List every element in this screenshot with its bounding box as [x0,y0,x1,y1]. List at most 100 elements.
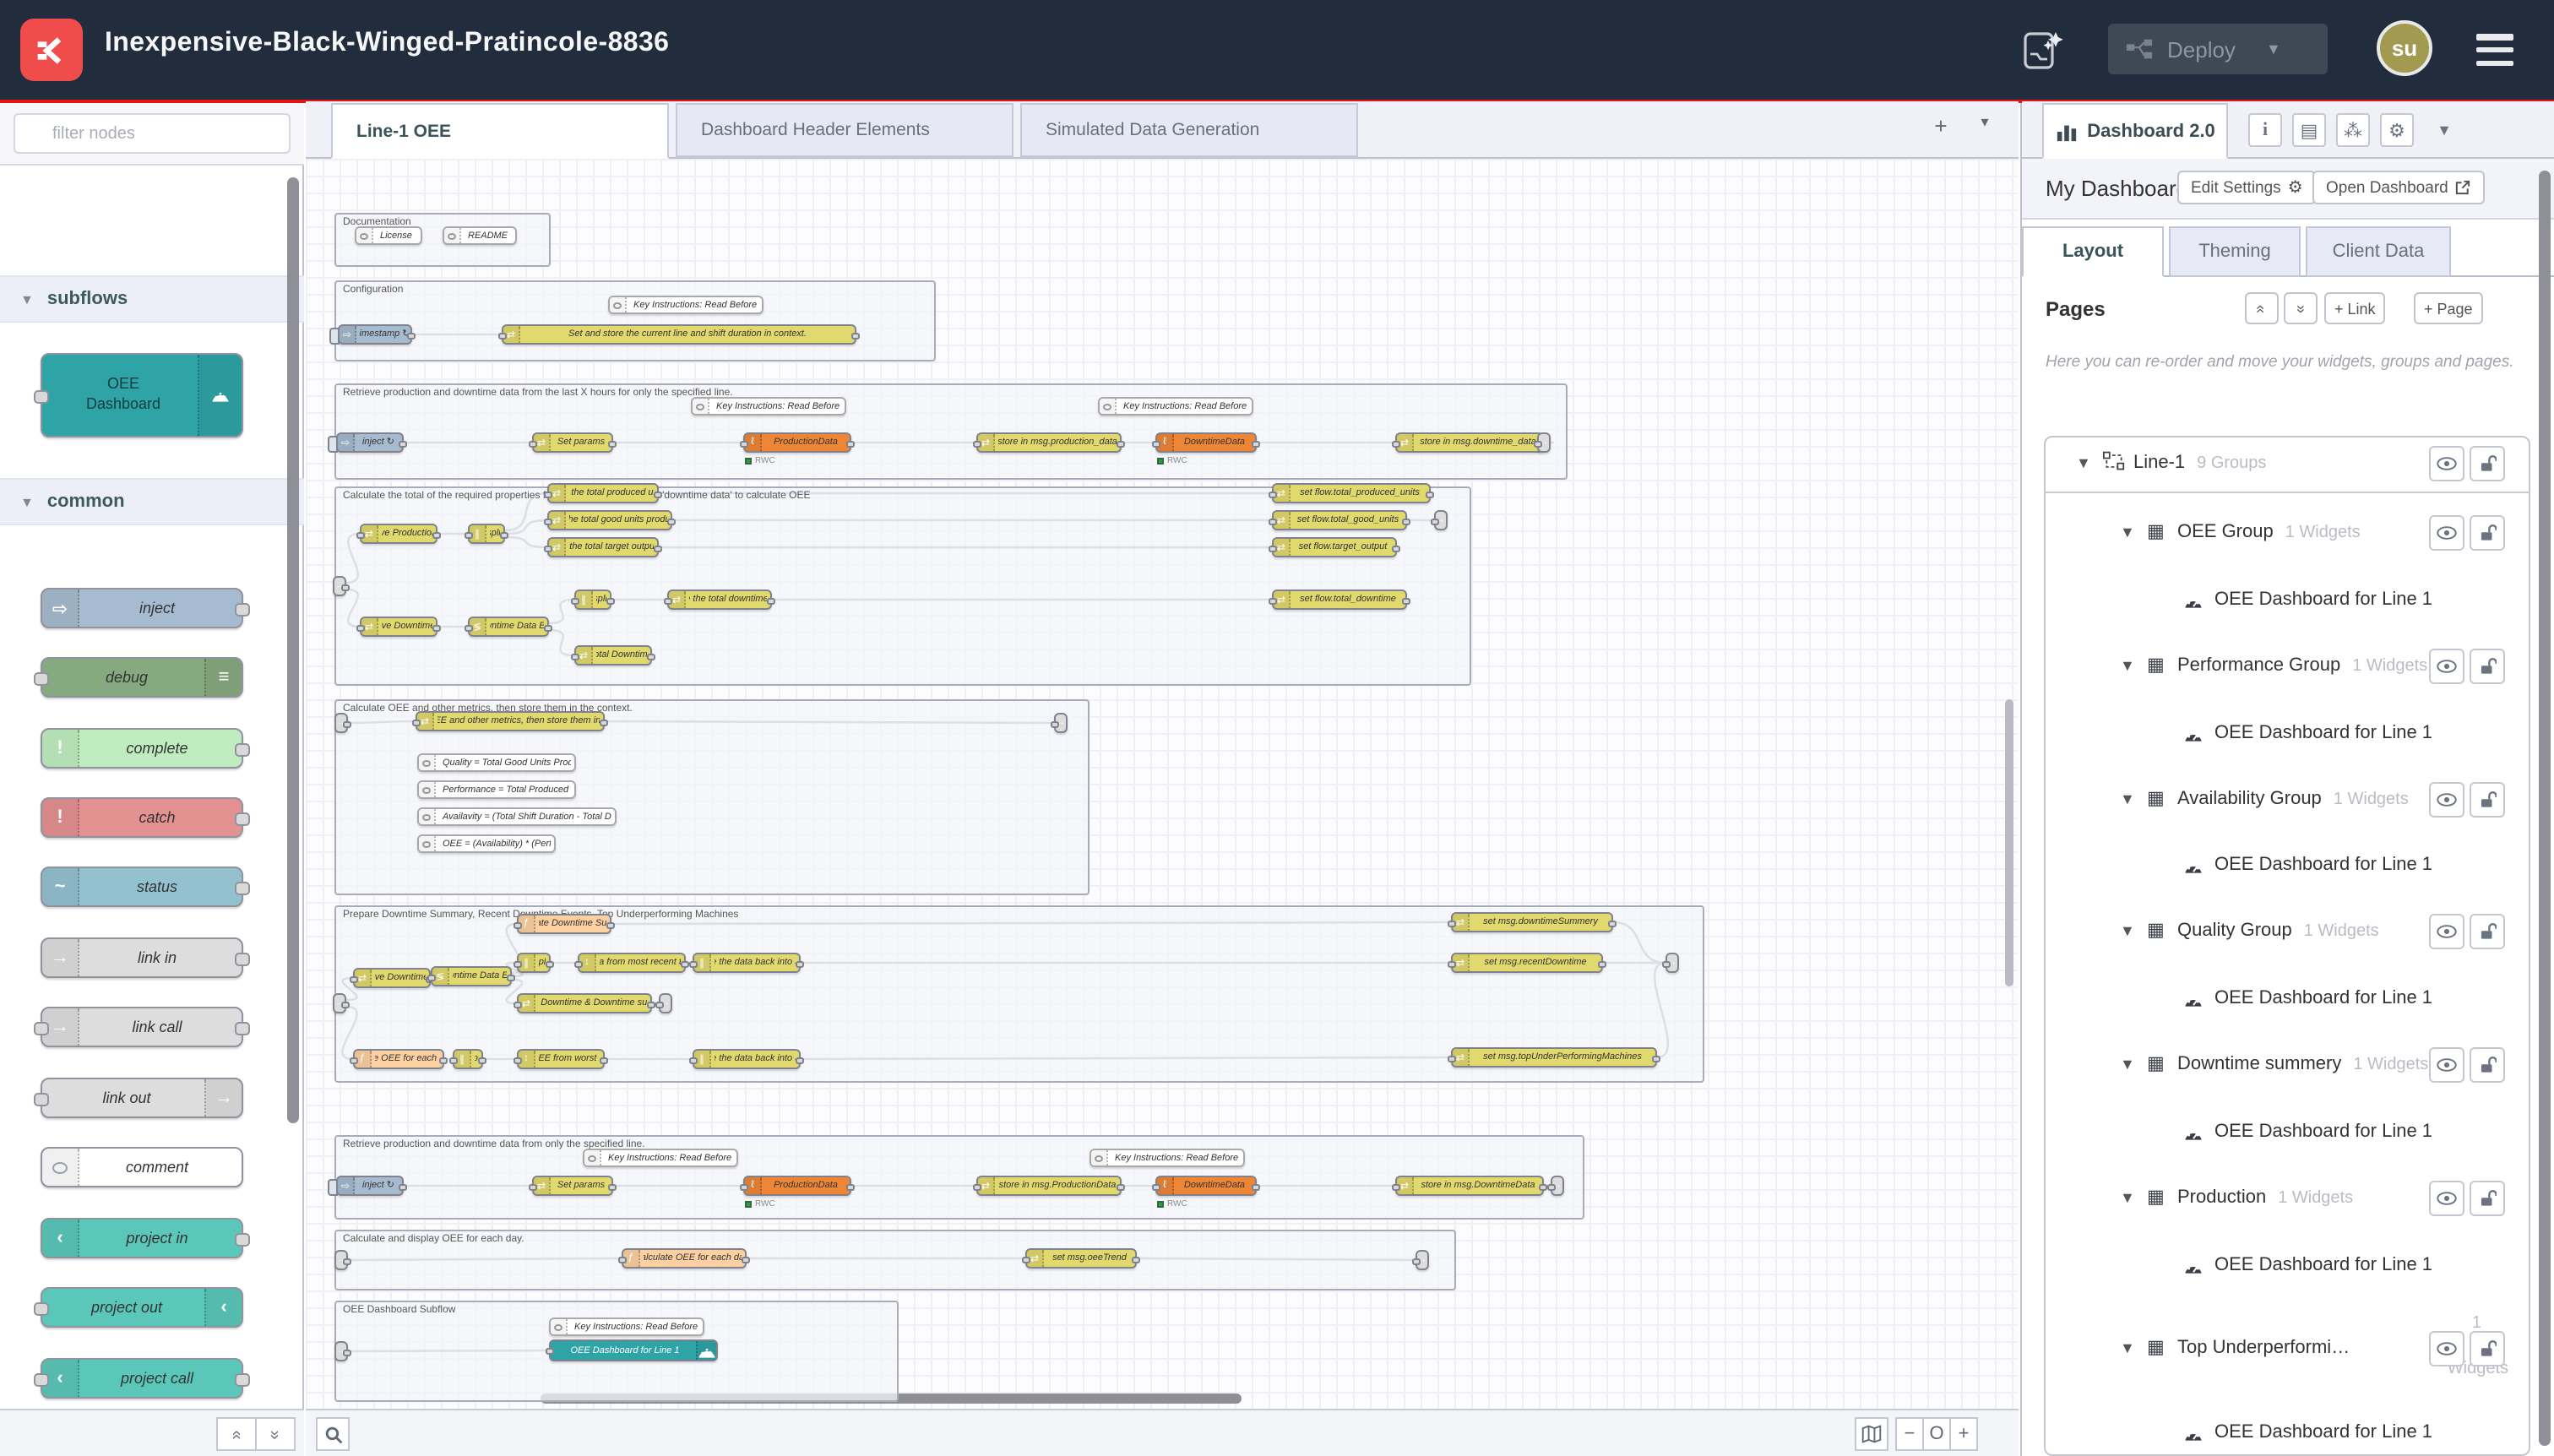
palette-node-inject[interactable]: ⇨inject [41,588,243,628]
collapse-all-button[interactable]: « [2245,292,2279,324]
tree-row-widget[interactable]: OEE Dashboard for Line 1 [2046,713,2530,757]
flow-node-comment[interactable]: License [355,226,422,245]
chevron-down-icon[interactable]: ▼ [2120,790,2135,807]
input-port[interactable] [1392,440,1400,448]
output-port[interactable] [544,624,552,632]
flow-node-influx[interactable]: ℓProductionData [743,432,851,453]
flow-node-change[interactable]: ⇄store in msg.production_data [976,432,1122,453]
add-page-button[interactable]: + Page [2414,292,2483,324]
chevron-down-icon[interactable]: ▼ [2120,922,2135,939]
ai-assistant-icon[interactable] [2020,25,2068,73]
output-port[interactable] [407,332,416,340]
flow-node-split[interactable]: ∥split [517,953,551,973]
palette-section-subflows[interactable]: ▼subflows [0,275,304,323]
lock-toggle-button[interactable] [2470,1331,2505,1366]
flow-canvas[interactable]: DocumentationConfigurationRetrieve produ… [306,159,2019,1409]
chevron-down-icon[interactable]: ▼ [2076,454,2091,471]
output-port[interactable] [343,720,351,728]
config-gear-icon[interactable]: ⚙ [2380,113,2414,147]
output-port[interactable] [432,531,441,539]
minimap-button[interactable] [1855,1417,1888,1451]
input-port[interactable] [514,921,522,929]
input-port[interactable] [1534,440,1542,448]
flow-node-change[interactable]: ⇄set flow.total_good_units [1272,510,1407,530]
flow-node-join[interactable]: ∥Combine the data back into an array. [693,953,801,973]
output-port[interactable] [1539,1183,1547,1191]
output-port[interactable] [500,531,508,539]
input-port[interactable] [689,1057,698,1064]
flow-group[interactable]: Retrieve production and downtime data fr… [334,383,1568,480]
lock-toggle-button[interactable] [2470,1181,2505,1216]
tree-row-group[interactable]: ▼▦Availability Group1 Widgets [2046,779,2530,823]
output-port[interactable] [399,440,407,448]
input-port[interactable] [514,1001,522,1008]
flow-node-change[interactable]: ⇄Calculate the total target output of to… [547,537,659,557]
input-port[interactable] [973,1183,981,1191]
input-port[interactable] [465,624,473,632]
output-port[interactable] [235,882,250,895]
flow-node-inject[interactable]: ⇨timestamp ↻ [338,324,412,345]
output-port[interactable] [1132,1256,1140,1263]
output-port[interactable] [439,1057,448,1064]
output-port[interactable] [851,332,860,340]
flow-node-change[interactable]: ⇄store in msg.ProductionData [976,1176,1122,1196]
output-port[interactable] [608,440,617,448]
input-port[interactable] [465,531,473,539]
chevron-down-icon[interactable]: ▼ [2120,524,2135,541]
flow-node-lo[interactable]: → [1666,953,1679,973]
visibility-toggle-button[interactable] [2429,1181,2464,1216]
tree-row-group[interactable]: ▼▦Downtime summery1 Widgets [2046,1044,2530,1088]
expand-all-button[interactable]: « [2284,292,2318,324]
add-flow-button[interactable]: + [1924,113,1958,139]
flow-node-sort[interactable]: ↕Sort OEE from worst to best [517,1049,605,1069]
lock-toggle-button[interactable] [2470,914,2505,949]
workspace-tab-2[interactable]: Dashboard Header Elements [676,103,1013,157]
output-port[interactable] [235,1233,250,1247]
flow-node-split[interactable]: ∥split [574,589,611,610]
tree-row-page[interactable]: ▼Line-19 Groups [2046,443,2530,493]
input-port[interactable] [514,960,522,968]
zoom-out-button[interactable]: − [1895,1417,1924,1451]
output-port[interactable] [846,1183,855,1191]
flow-node-change[interactable]: ⇄Calculate OEE and other metrics, then s… [416,711,605,731]
input-port[interactable] [498,332,507,340]
input-port[interactable] [1152,1183,1160,1191]
visibility-toggle-button[interactable] [2429,1047,2464,1083]
output-port[interactable] [606,921,615,929]
flow-node-function[interactable]: ƒcalculate OEE for each day [622,1248,747,1269]
flow-node-change[interactable]: ⇄Set Recent Downtime & Downtime summery … [517,993,652,1013]
open-dashboard-button[interactable]: Open Dashboard [2312,171,2486,204]
flow-node-change[interactable]: ⇄set flow.total_downtime [1272,589,1407,610]
flow-node-lo[interactable]: → [659,993,672,1013]
output-port[interactable] [767,597,775,605]
input-port[interactable] [1022,1256,1030,1263]
flow-node-li[interactable]: → [333,993,346,1013]
input-port[interactable] [1431,518,1439,525]
sidebar-menu-chevron-icon[interactable]: ▼ [2427,113,2461,147]
input-port[interactable] [427,974,436,981]
tree-row-group[interactable]: ▼▦OEE Group1 Widgets [2046,512,2530,556]
visibility-toggle-button[interactable] [2429,446,2464,481]
output-port[interactable] [478,1057,486,1064]
tree-row-widget[interactable]: OEE Dashboard for Line 1 [2046,1111,2530,1155]
flow-node-change[interactable]: ⇄Calculate the total good units produced… [547,510,672,530]
flow-node-lo[interactable]: → [1551,1176,1564,1196]
deploy-button[interactable]: Deploy ▼ [2108,24,2328,74]
zoom-in-button[interactable]: + [1949,1417,1978,1451]
output-port[interactable] [654,491,662,498]
output-port[interactable] [1252,1183,1260,1191]
flow-node-switch[interactable]: ≶Is Downtime Data Empty? [431,966,512,986]
flow-node-comment[interactable]: Key Instructions: Read Before Proceeding [1090,1149,1245,1167]
palette-expand-all-button[interactable]: « [255,1417,296,1451]
output-port[interactable] [1608,920,1617,927]
palette-node-link-in[interactable]: →link in [41,937,243,978]
input-port[interactable] [1412,1258,1421,1265]
flow-node-comment[interactable]: README [443,226,517,245]
flow-node-change[interactable]: ⇄Set params [532,1176,613,1196]
output-port[interactable] [235,743,250,757]
lock-toggle-button[interactable] [2470,782,2505,818]
flow-node-influx[interactable]: ℓProductionData [743,1176,851,1196]
input-port[interactable] [1051,720,1059,728]
output-port[interactable] [647,1001,655,1008]
flow-node-comment[interactable]: Availavity = (Total Shift Duration - Tot… [417,807,617,826]
